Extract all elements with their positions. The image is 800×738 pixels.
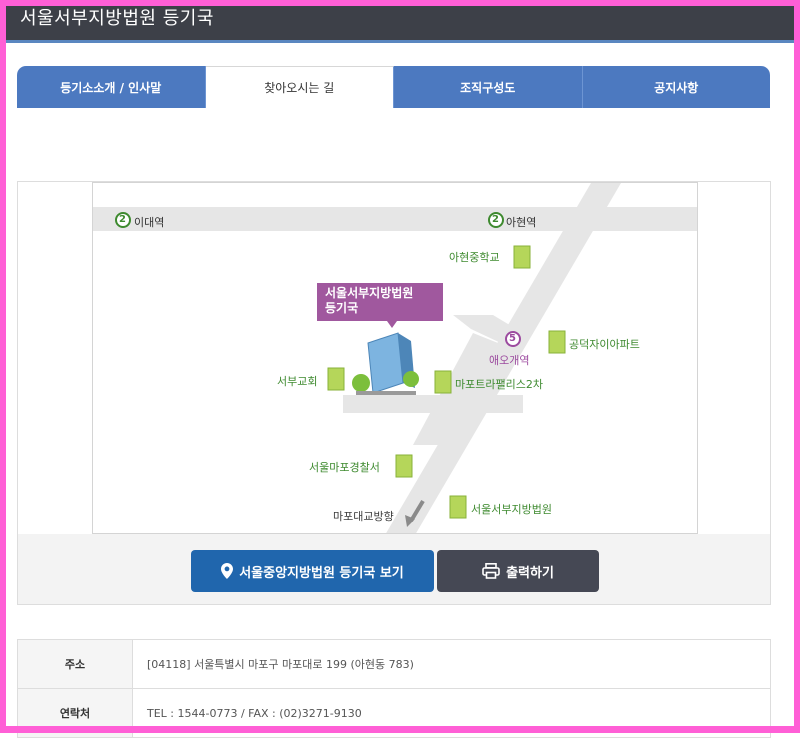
map-roads <box>93 183 697 533</box>
callout-line1: 서울서부지방법원 <box>325 286 414 300</box>
mapo-trapalace-label: 마포트라팰리스2차 <box>455 378 543 391</box>
address-row: 주소 [04118] 서울특별시 마포구 마포대로 199 (아현동 783) <box>17 639 771 689</box>
registry-office-callout: 서울서부지방법원 등기국 <box>317 283 443 328</box>
line5-number-aeogae: 5 <box>509 333 516 344</box>
tab-organization[interactable]: 조직구성도 <box>394 66 583 108</box>
view-central-registry-label: 서울중앙지방법원 등기국 보기 <box>239 565 404 581</box>
page-header: 서울서부지방법원 등기국 <box>6 0 794 43</box>
seobu-court-label: 서울서부지방법원 <box>471 503 552 516</box>
page-title: 서울서부지방법원 등기국 <box>20 8 214 29</box>
view-central-registry-button[interactable]: 서울중앙지방법원 등기국 보기 <box>191 550 434 592</box>
location-map[interactable]: 2 이대역 2 아현역 5 애오개역 아현중학교 공덕자이아파트 서부교회 마포… <box>92 182 698 534</box>
address-label: 주소 <box>17 639 133 689</box>
address-value: [04118] 서울특별시 마포구 마포대로 199 (아현동 783) <box>132 639 771 689</box>
mapo-bridge-direction-label: 마포대교방향 <box>333 510 394 523</box>
ahyeon-station-label: 아현역 <box>506 216 537 229</box>
print-button[interactable]: 출력하기 <box>437 550 599 592</box>
contact-row: 연락처 TEL : 1544-0773 / FAX : (02)3271-913… <box>17 688 771 738</box>
mapo-police-label: 서울마포경찰서 <box>309 461 380 474</box>
seobu-church-label: 서부교회 <box>277 375 318 388</box>
ahyeon-middle-school-label: 아현중학교 <box>449 251 500 264</box>
contact-label: 연락처 <box>17 688 133 738</box>
tab-directions[interactable]: 찾아오시는 길 <box>205 66 394 108</box>
contact-info-table: 주소 [04118] 서울특별시 마포구 마포대로 199 (아현동 783) … <box>17 639 771 738</box>
gongdeok-xi-apt-label: 공덕자이아파트 <box>569 338 640 351</box>
court-building-icon <box>352 332 419 395</box>
aeogae-station-label: 애오개역 <box>489 354 530 367</box>
print-label: 출력하기 <box>506 565 554 581</box>
map-section: 2 이대역 2 아현역 5 애오개역 아현중학교 공덕자이아파트 서부교회 마포… <box>17 181 771 605</box>
callout-line2: 등기국 <box>325 301 359 315</box>
location-pin-icon <box>221 563 234 579</box>
tab-bar: 등기소소개 / 인사말 찾아오시는 길 조직구성도 공지사항 <box>17 66 770 108</box>
printer-icon <box>482 563 500 579</box>
line2-number-idae: 2 <box>119 214 126 225</box>
idae-station-label: 이대역 <box>134 216 165 229</box>
tab-notices[interactable]: 공지사항 <box>582 66 770 108</box>
tab-intro[interactable]: 등기소소개 / 인사말 <box>17 66 206 108</box>
line2-number-ahyeon: 2 <box>492 214 499 225</box>
contact-value: TEL : 1544-0773 / FAX : (02)3271-9130 <box>132 688 771 738</box>
